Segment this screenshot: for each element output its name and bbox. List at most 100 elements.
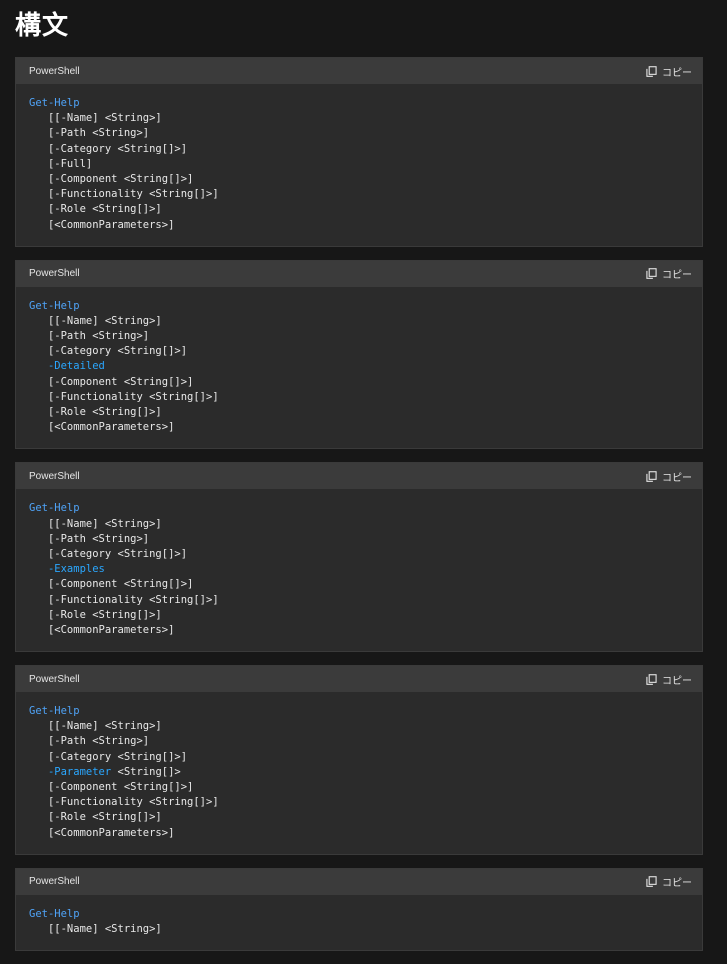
switch-parameter-token: -Detailed — [29, 360, 105, 373]
parameter-token: [[-Name] <String>] — [29, 922, 162, 935]
copy-icon — [646, 65, 657, 77]
copy-icon — [646, 471, 657, 482]
code-line: Get-Help — [29, 907, 689, 922]
parameter-token: [<CommonParameters>] — [29, 218, 175, 231]
code-line: -Detailed — [29, 359, 689, 374]
command-token: Get-Help — [29, 97, 80, 109]
code-body: Get-Help [[-Name] <String>] [-Path <Stri… — [16, 489, 702, 651]
command-token: Get-Help — [29, 907, 80, 920]
code-line: [-Functionality <String[]>] — [29, 187, 689, 202]
parameter-token: [-Path <String>] — [29, 735, 150, 748]
command-token: Get-Help — [29, 502, 80, 515]
code-line: Get-Help — [29, 96, 689, 111]
code-line: [-Category <String[]>] — [29, 142, 689, 157]
code-line: [-Functionality <String[]>] — [29, 593, 689, 608]
parameter-token: [-Category <String[]>] — [29, 345, 188, 358]
code-line: [<CommonParameters>] — [29, 623, 689, 638]
code-line: [-Component <String[]>] — [29, 780, 689, 795]
code-line: Get-Help — [29, 299, 689, 314]
code-line: [-Category <String[]>] — [29, 750, 689, 765]
code-line: [-Path <String>] — [29, 734, 689, 749]
code-block-header: PowerShell コピー — [16, 463, 702, 490]
parameter-type-token: <String[]> — [111, 765, 181, 778]
page-title: 構文 — [15, 11, 70, 41]
parameter-token: [-Path <String>] — [29, 127, 150, 140]
code-line: [-Category <String[]>] — [29, 344, 689, 359]
parameter-token: [[-Name] <String>] — [29, 314, 162, 327]
parameter-token: [-Category <String[]>] — [29, 547, 188, 560]
code-body: Get-Help [[-Name] <String>] [-Path <Stri… — [16, 692, 702, 854]
copy-label: コピー — [662, 270, 692, 282]
code-block: PowerShell コピー Get-Help [[-Name] <String… — [15, 259, 703, 450]
parameter-token: [-Category <String[]>] — [29, 142, 188, 155]
copy-button[interactable]: コピー — [646, 874, 692, 889]
parameter-token: [-Category <String[]>] — [29, 750, 188, 763]
parameter-token: [-Role <String[]>] — [29, 608, 162, 621]
code-line: [-Role <String[]>] — [29, 405, 689, 420]
parameter-token: [-Component <String[]>] — [29, 172, 194, 185]
code-line: [[-Name] <String>] — [29, 111, 689, 126]
parameter-token: [-Role <String[]>] — [29, 811, 162, 824]
code-line: [[-Name] <String>] — [29, 517, 689, 532]
parameter-token: [-Path <String>] — [29, 330, 150, 343]
code-body: Get-Help [[-Name] <String>] [-Path <Stri… — [16, 287, 702, 449]
parameter-token: [-Path <String>] — [29, 532, 150, 545]
parameter-token: [[-Name] <String>] — [29, 112, 162, 125]
code-block: PowerShell コピー Get-Help [[-Name] <String… — [15, 665, 703, 855]
code-line: [<CommonParameters>] — [29, 218, 689, 233]
parameter-token: [-Full] — [29, 157, 93, 170]
code-body: Get-Help [[-Name] <String>] [-Path <Stri… — [16, 84, 702, 246]
parameter-token: [-Functionality <String[]>] — [29, 188, 219, 201]
language-label: PowerShell — [29, 268, 80, 280]
code-line: [-Category <String[]>] — [29, 547, 689, 562]
parameter-token: [<CommonParameters>] — [29, 421, 175, 434]
parameter-token: [[-Name] <String>] — [29, 720, 162, 733]
code-block: PowerShell コピー Get-Help [[-Name] <String… — [15, 462, 703, 653]
code-line: [<CommonParameters>] — [29, 420, 689, 435]
parameter-token: [-Role <String[]>] — [29, 406, 162, 418]
parameter-token: [[-Name] <String>] — [29, 517, 162, 530]
command-token: Get-Help — [29, 705, 80, 718]
language-label: PowerShell — [29, 673, 80, 685]
code-line: Get-Help — [29, 704, 689, 719]
code-line: [[-Name] <String>] — [29, 719, 689, 734]
code-line: -Examples — [29, 562, 689, 577]
copy-button[interactable]: コピー — [646, 469, 692, 484]
parameter-token: [<CommonParameters>] — [29, 826, 175, 839]
code-line: [-Role <String[]>] — [29, 810, 689, 825]
code-block: PowerShell コピー Get-Help [[-Name] <String… — [15, 57, 703, 247]
code-line: [[-Name] <String>] — [29, 922, 689, 937]
copy-icon — [646, 876, 657, 888]
parameter-token: [<CommonParameters>] — [29, 623, 175, 636]
code-block: PowerShell コピー Get-Help [[-Name] <String… — [15, 867, 703, 952]
copy-button[interactable]: コピー — [646, 64, 692, 79]
parameter-token: [-Functionality <String[]>] — [29, 390, 219, 403]
copy-label: コピー — [662, 67, 692, 79]
code-line: [-Functionality <String[]>] — [29, 795, 689, 810]
code-line: [-Component <String[]>] — [29, 172, 689, 187]
copy-label: コピー — [662, 675, 692, 687]
parameter-token: [-Component <String[]>] — [29, 578, 194, 591]
parameter-token: [-Component <String[]>] — [29, 781, 194, 793]
code-line: [-Component <String[]>] — [29, 577, 689, 592]
code-line: [[-Name] <String>] — [29, 314, 689, 329]
copy-label: コピー — [662, 878, 692, 890]
copy-icon — [646, 673, 657, 685]
language-label: PowerShell — [29, 65, 80, 77]
code-block-header: PowerShell コピー — [16, 868, 702, 895]
code-line: [-Component <String[]>] — [29, 375, 689, 390]
parameter-token: [-Role <String[]>] — [29, 203, 162, 216]
code-line: [-Functionality <String[]>] — [29, 390, 689, 405]
parameter-token: [-Functionality <String[]>] — [29, 796, 219, 809]
code-body: Get-Help [[-Name] <String>] — [16, 895, 702, 950]
code-line: [-Role <String[]>] — [29, 202, 689, 217]
copy-icon — [646, 268, 657, 280]
code-block-header: PowerShell コピー — [16, 666, 702, 693]
command-token: Get-Help — [29, 299, 80, 312]
copy-button[interactable]: コピー — [646, 672, 692, 687]
code-line: [-Full] — [29, 157, 689, 172]
copy-button[interactable]: コピー — [646, 266, 692, 281]
language-label: PowerShell — [29, 876, 80, 888]
switch-parameter-token: -Parameter — [29, 765, 112, 778]
code-line: [<CommonParameters>] — [29, 826, 689, 841]
